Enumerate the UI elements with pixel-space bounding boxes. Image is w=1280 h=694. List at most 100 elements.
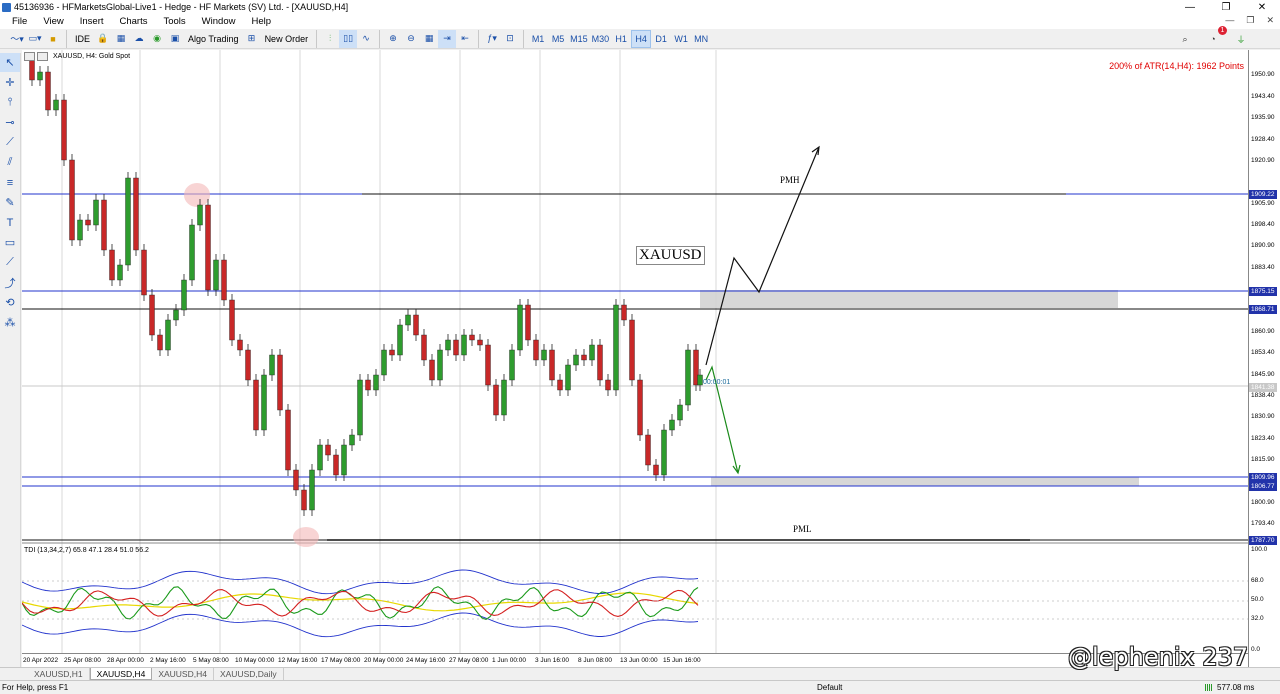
tab-xauusd-h1[interactable]: XAUUSD,H1 (28, 668, 90, 680)
text-icon[interactable]: T (0, 213, 20, 232)
fibonacci-icon[interactable]: ≡ (0, 173, 20, 192)
autoscroll-icon[interactable]: ⇥ (438, 29, 457, 48)
mdi-restore-icon[interactable]: ❐ (1246, 15, 1254, 26)
menu-file[interactable]: File (4, 15, 35, 29)
horizontal-line-icon[interactable]: ⊸ (0, 113, 20, 132)
algo-trading-icon[interactable]: ▣ (166, 30, 184, 48)
shapes-icon[interactable]: ✎ (0, 193, 20, 212)
timeframe-mn[interactable]: MN (691, 30, 711, 48)
candlestick-icon[interactable]: ▯▯ (339, 29, 358, 48)
price-tag-resistance-top: 1875.15 (1249, 287, 1277, 296)
zoom-out-icon[interactable]: ⊖ (402, 30, 420, 48)
cycle-icon[interactable]: ⟲ (0, 293, 20, 312)
arrow-icon[interactable]: ⤴ (0, 273, 20, 292)
candle-body (541, 349, 547, 361)
menu-tools[interactable]: Tools (155, 15, 193, 29)
candle-body (581, 354, 587, 361)
timeframe-h4[interactable]: H4 (631, 29, 652, 48)
rectangle-icon[interactable]: ▭ (0, 233, 20, 252)
menu-window[interactable]: Window (194, 15, 244, 29)
candle-body (557, 379, 563, 391)
timeframe-w1[interactable]: W1 (671, 30, 691, 48)
candle-body (125, 177, 131, 266)
zoom-in-icon[interactable]: ⊕ (384, 30, 402, 48)
timeframe-m30[interactable]: M30 (590, 30, 612, 48)
search-icon[interactable]: ⌕ (1176, 30, 1194, 48)
chart-text-xauusd[interactable]: XAUUSD (636, 246, 705, 265)
date-label: 5 May 08:00 (193, 657, 229, 664)
screenshot-icon[interactable]: ⊡ (501, 30, 519, 48)
bar-chart-icon[interactable]: ⫶ (321, 30, 339, 48)
trendline-icon[interactable]: ⟋ (0, 133, 20, 152)
status-ping: 577.08 ms (1217, 683, 1255, 692)
candle-body (77, 219, 83, 241)
chart-type-icon[interactable]: 〜▾ (8, 30, 26, 48)
pml-label[interactable]: PML (793, 524, 812, 534)
menu-charts[interactable]: Charts (112, 15, 156, 29)
candle-body (397, 324, 403, 356)
mdi-minimize-icon[interactable]: — (1225, 15, 1234, 26)
menu-help[interactable]: Help (243, 15, 279, 29)
objects-icon[interactable]: ⁂ (0, 313, 20, 332)
candle-body (669, 419, 675, 431)
candle-body (485, 344, 491, 386)
candle-body (517, 304, 523, 351)
new-order-button[interactable]: New Order (261, 30, 313, 48)
close-icon[interactable]: ✕ (1244, 0, 1280, 15)
templates-icon[interactable]: ▭▾ (26, 30, 44, 48)
timeframe-m5[interactable]: M5 (548, 30, 568, 48)
restore-icon[interactable]: ❐ (1208, 0, 1244, 15)
price-chart[interactable] (22, 50, 1248, 653)
cloud-icon[interactable]: ☁ (130, 30, 148, 48)
line-chart-icon[interactable]: ∿ (357, 30, 375, 48)
tdi-indicator-label: TDI (13,34,2,7) 65.8 47.1 28.4 51.0 56.2 (24, 547, 149, 554)
calculator-icon[interactable]: ▦ (112, 30, 130, 48)
vertical-line-icon[interactable]: ⫯ (0, 93, 20, 112)
candle-body (333, 454, 339, 476)
cursor-icon[interactable]: ↖ (0, 53, 20, 72)
tab-xauusd-daily[interactable]: XAUUSD,Daily (214, 668, 284, 680)
candle-body (165, 319, 171, 351)
bar-countdown: 00:00:01 (703, 379, 731, 386)
symbol-label: XAUUSD, H4: Gold Spot (53, 53, 131, 60)
mdi-close-icon[interactable]: ✕ (1266, 15, 1274, 26)
market-watch-icon[interactable]: ■ (44, 30, 62, 48)
signal-icon[interactable]: ⏚ (1232, 30, 1250, 48)
menu-insert[interactable]: Insert (72, 15, 112, 29)
grid-icon[interactable]: ▦ (420, 30, 438, 48)
chart-properties-icon[interactable] (37, 52, 48, 61)
status-profile[interactable]: Default (817, 681, 842, 694)
timeframe-h1[interactable]: H1 (611, 30, 631, 48)
lock-icon[interactable]: 🔒 (94, 30, 112, 48)
chart-menu-icon[interactable] (24, 52, 35, 61)
indicators-icon[interactable]: ƒ▾ (483, 30, 501, 48)
candle-body (677, 404, 683, 421)
new-order-icon[interactable]: ⊞ (243, 30, 261, 48)
tab-xauusd-h4[interactable]: XAUUSD,H4 (152, 668, 214, 680)
candle-body (597, 344, 603, 381)
algo-trading-button[interactable]: Algo Trading (184, 30, 243, 48)
date-label: 3 Jun 16:00 (535, 657, 569, 664)
timeframe-m15[interactable]: M15 (568, 30, 590, 48)
date-axis[interactable]: 20 Apr 2022 25 Apr 08:00 28 Apr 00:00 2 … (22, 653, 1248, 667)
crosshair-icon[interactable]: ✛ (0, 73, 20, 92)
globe-icon[interactable]: ◉ (148, 30, 166, 48)
pmh-label[interactable]: PMH (780, 175, 800, 185)
candle-body (697, 374, 703, 386)
candle-body (293, 469, 299, 491)
tab-xauusd-h4-active[interactable]: XAUUSD,H4 (89, 668, 153, 680)
price-scale[interactable]: 1950.90 1943.40 1935.90 1928.40 1920.90 … (1248, 50, 1280, 667)
notifications-icon[interactable]: ◔ 1 (1204, 26, 1227, 48)
timeframe-m1[interactable]: M1 (528, 30, 548, 48)
ide-button[interactable]: IDE (71, 30, 94, 48)
chart-shift-icon[interactable]: ⇤ (456, 30, 474, 48)
ray-icon[interactable]: ⟋ (0, 253, 20, 272)
menu-view[interactable]: View (35, 15, 71, 29)
main-toolbar: 〜▾ ▭▾ ■ IDE 🔒 ▦ ☁ ◉ ▣ Algo Trading ⊞ New… (0, 26, 1280, 49)
timeframe-d1[interactable]: D1 (651, 30, 671, 48)
highlight-circle (293, 527, 319, 547)
minimize-icon[interactable]: — (1172, 0, 1208, 15)
candle-body (61, 99, 67, 161)
channel-icon[interactable]: ⫽ (0, 153, 20, 172)
chart-window[interactable]: XAUUSD, H4: Gold Spot 200% of ATR(14,H4)… (22, 50, 1280, 667)
